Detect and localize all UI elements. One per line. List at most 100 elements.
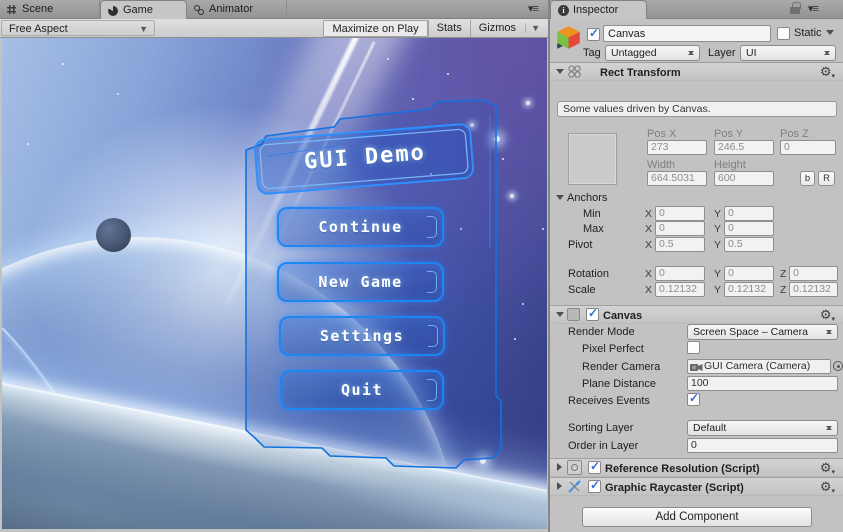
- render-camera-value: GUI Camera (Camera): [704, 360, 811, 372]
- rect-transform-header[interactable]: [550, 62, 843, 81]
- pixel-perfect-checkbox[interactable]: [687, 341, 700, 354]
- game-tabstrip: Scene Game Animator ▾≡: [0, 0, 548, 19]
- order-in-layer-field[interactable]: 0: [687, 438, 838, 453]
- aspect-dropdown-value: Free Aspect: [9, 23, 68, 35]
- game-panel-menu-icon[interactable]: ▾≡: [528, 2, 539, 15]
- rotation-z-field[interactable]: 0: [789, 266, 838, 281]
- raw-mode-button[interactable]: R: [818, 171, 835, 186]
- render-camera-object-field[interactable]: GUI Camera (Camera): [687, 359, 831, 374]
- pos-x-label: Pos X: [647, 128, 677, 140]
- anchors-label: Anchors: [567, 192, 608, 204]
- static-dropdown-icon[interactable]: [826, 30, 834, 35]
- pos-x-field[interactable]: 273: [647, 140, 707, 155]
- anchors-foldout-icon[interactable]: [556, 195, 564, 200]
- foldout-icon[interactable]: [556, 69, 564, 74]
- inspector-panel: i Inspector ▾≡ Static Tag Untagged Layer…: [550, 0, 843, 532]
- graphic-raycaster-enabled-checkbox[interactable]: [588, 478, 601, 493]
- gizmos-button-label: Gizmos: [478, 22, 517, 34]
- gizmos-button[interactable]: Gizmos ▼: [469, 20, 548, 37]
- pos-z-label: Pos Z: [780, 128, 809, 140]
- anchor-preview-box[interactable]: [568, 133, 617, 185]
- star: [62, 63, 64, 65]
- moon-silhouette: [96, 218, 131, 252]
- gameobject-cube-icon[interactable]: [555, 24, 582, 51]
- height-label: Height: [714, 159, 746, 171]
- gameobject-enabled-checkbox[interactable]: [587, 26, 600, 41]
- render-camera-label: Render Camera: [582, 361, 661, 373]
- reference-resolution-enabled-checkbox[interactable]: [588, 459, 601, 474]
- anchor-min-y-field[interactable]: 0: [724, 206, 774, 221]
- render-mode-dropdown[interactable]: Screen Space – Camera: [687, 324, 838, 340]
- tag-label: Tag: [583, 47, 601, 59]
- plane-distance-field[interactable]: 100: [687, 376, 838, 391]
- anchor-max-x-field[interactable]: 0: [655, 221, 705, 236]
- static-checkbox[interactable]: [777, 27, 790, 40]
- gameobject-name-field[interactable]: [603, 25, 771, 42]
- continue-button[interactable]: Continue: [277, 207, 444, 247]
- reference-resolution-title: Reference Resolution (Script): [605, 463, 760, 475]
- gear-icon[interactable]: ⚙: [820, 480, 835, 499]
- scale-x-field[interactable]: 0.12132: [655, 282, 705, 297]
- continue-button-label: Continue: [318, 218, 403, 236]
- new-game-button-label: New Game: [318, 273, 403, 291]
- rotation-x-field[interactable]: 0: [655, 266, 705, 281]
- scale-y-field[interactable]: 0.12132: [724, 282, 774, 297]
- stats-button[interactable]: Stats: [427, 20, 470, 37]
- tab-inspector-label: Inspector: [573, 4, 619, 16]
- quit-button[interactable]: Quit: [280, 370, 444, 410]
- settings-button[interactable]: Settings: [279, 316, 445, 356]
- pivot-y-field[interactable]: 0.5: [724, 237, 774, 252]
- anchor-max-y-field[interactable]: 0: [724, 221, 774, 236]
- star: [542, 228, 544, 230]
- axis-x-label: X: [645, 208, 653, 220]
- camera-icon: [690, 364, 703, 371]
- axis-x-label: X: [645, 239, 653, 251]
- gear-icon[interactable]: ⚙: [820, 65, 835, 84]
- receives-events-checkbox[interactable]: [687, 391, 700, 406]
- layer-dropdown[interactable]: UI: [740, 45, 836, 61]
- aspect-dropdown[interactable]: Free Aspect ▼: [1, 20, 155, 36]
- tab-scene[interactable]: Scene: [0, 0, 100, 19]
- foldout-collapsed-icon[interactable]: [557, 482, 562, 490]
- tab-game[interactable]: Game: [100, 0, 187, 19]
- object-picker-icon[interactable]: [833, 361, 843, 371]
- anchor-min-x-field[interactable]: 0: [655, 206, 705, 221]
- new-game-button[interactable]: New Game: [277, 262, 444, 302]
- width-field[interactable]: 664.5031: [647, 171, 707, 186]
- pivot-label: Pivot: [568, 239, 593, 251]
- game-toolbar: Free Aspect ▼ Maximize on Play Stats Giz…: [0, 19, 548, 38]
- plane-distance-label: Plane Distance: [582, 378, 656, 390]
- canvas-component-title: Canvas: [603, 310, 643, 322]
- rotation-y-field[interactable]: 0: [724, 266, 774, 281]
- tab-inspector[interactable]: i Inspector: [550, 0, 647, 19]
- game-pacman-icon: [108, 6, 118, 16]
- add-component-button[interactable]: Add Component: [582, 507, 812, 527]
- inspector-body: Static Tag Untagged Layer UI Rect Transf…: [550, 19, 843, 532]
- axis-z-label: Z: [780, 284, 787, 296]
- sorting-layer-label: Sorting Layer: [568, 422, 634, 434]
- lock-icon[interactable]: [790, 2, 801, 14]
- chevron-down-icon: ▼: [525, 23, 540, 33]
- axis-y-label: Y: [714, 208, 722, 220]
- height-field[interactable]: 600: [714, 171, 774, 186]
- layer-label: Layer: [708, 47, 736, 59]
- pivot-x-field[interactable]: 0.5: [655, 237, 705, 252]
- tag-dropdown[interactable]: Untagged: [605, 45, 700, 61]
- maximize-on-play-button[interactable]: Maximize on Play: [323, 20, 428, 37]
- scale-z-field[interactable]: 0.12132: [789, 282, 838, 297]
- chevron-down-icon: ▼: [139, 24, 148, 34]
- axis-y-label: Y: [714, 239, 722, 251]
- foldout-collapsed-icon[interactable]: [557, 463, 562, 471]
- graphic-raycaster-icon: [568, 480, 581, 493]
- inspector-tabstrip: i Inspector ▾≡: [550, 0, 843, 19]
- canvas-enabled-checkbox[interactable]: [586, 306, 599, 321]
- pos-y-field[interactable]: 246.5: [714, 140, 774, 155]
- foldout-icon[interactable]: [556, 312, 564, 317]
- blueprint-mode-button[interactable]: b: [800, 171, 815, 186]
- tab-animator-label: Animator: [209, 3, 254, 15]
- render-mode-label: Render Mode: [568, 326, 635, 338]
- sorting-layer-dropdown[interactable]: Default: [687, 420, 838, 436]
- pos-z-field[interactable]: 0: [780, 140, 836, 155]
- tab-animator[interactable]: Animator: [187, 0, 287, 19]
- inspector-menu-icon[interactable]: ▾≡: [808, 2, 819, 15]
